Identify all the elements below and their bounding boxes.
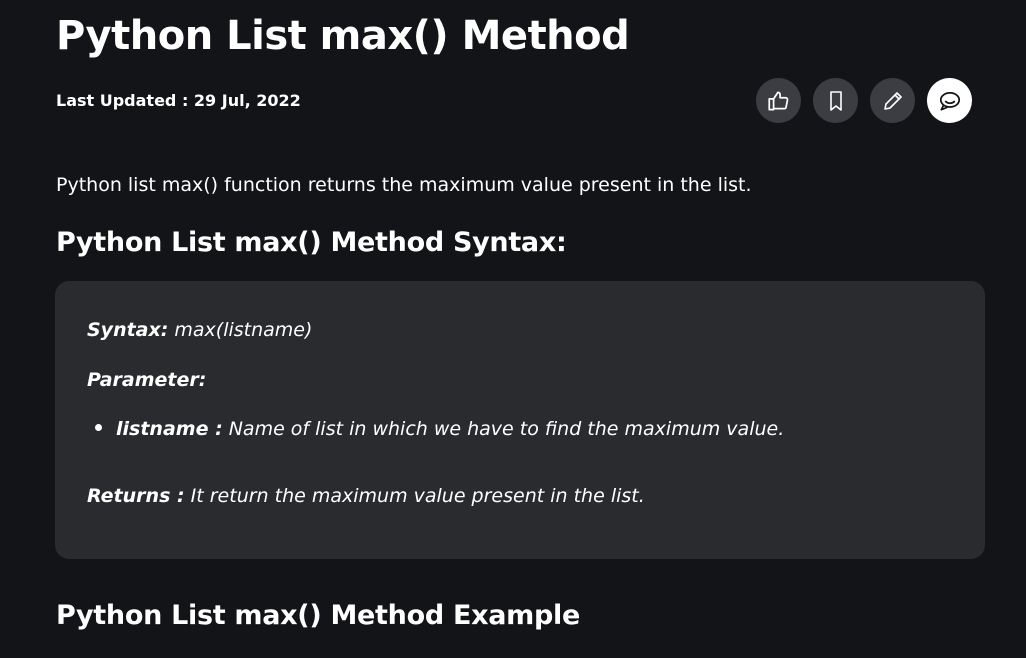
intro-paragraph: Python list max() function returns the m… — [56, 174, 752, 196]
pencil-icon — [883, 91, 902, 110]
article-page: Python List max() Method Last Updated : … — [0, 0, 1026, 658]
bullet-icon — [95, 424, 102, 431]
edit-button[interactable] — [870, 78, 915, 123]
returns-label: Returns : — [87, 485, 185, 507]
returns-desc: It return the maximum value present in t… — [184, 485, 645, 507]
syntax-value: max(listname) — [168, 319, 313, 341]
article-actions — [756, 78, 972, 123]
syntax-heading: Python List max() Method Syntax: — [56, 227, 567, 258]
like-button[interactable] — [756, 78, 801, 123]
parameter-label: Parameter: — [87, 369, 207, 391]
parameter-list-item: listname : Name of list in which we have… — [95, 416, 784, 442]
syntax-label: Syntax: — [87, 319, 169, 341]
comment-icon — [939, 91, 960, 111]
syntax-box: Syntax: max(listname) Parameter: listnam… — [55, 281, 985, 559]
example-heading: Python List max() Method Example — [56, 600, 580, 631]
syntax-line: Syntax: max(listname) — [87, 317, 312, 343]
last-updated: Last Updated : 29 Jul, 2022 — [56, 91, 301, 110]
thumbs-up-icon — [767, 90, 788, 111]
bookmark-icon — [829, 90, 842, 111]
comments-button[interactable] — [927, 78, 972, 123]
page-title: Python List max() Method — [56, 13, 630, 59]
param-desc: Name of list in which we have to find th… — [222, 418, 785, 440]
param-name: listname : — [116, 418, 223, 440]
returns-line: Returns : It return the maximum value pr… — [87, 483, 645, 509]
bookmark-button[interactable] — [813, 78, 858, 123]
